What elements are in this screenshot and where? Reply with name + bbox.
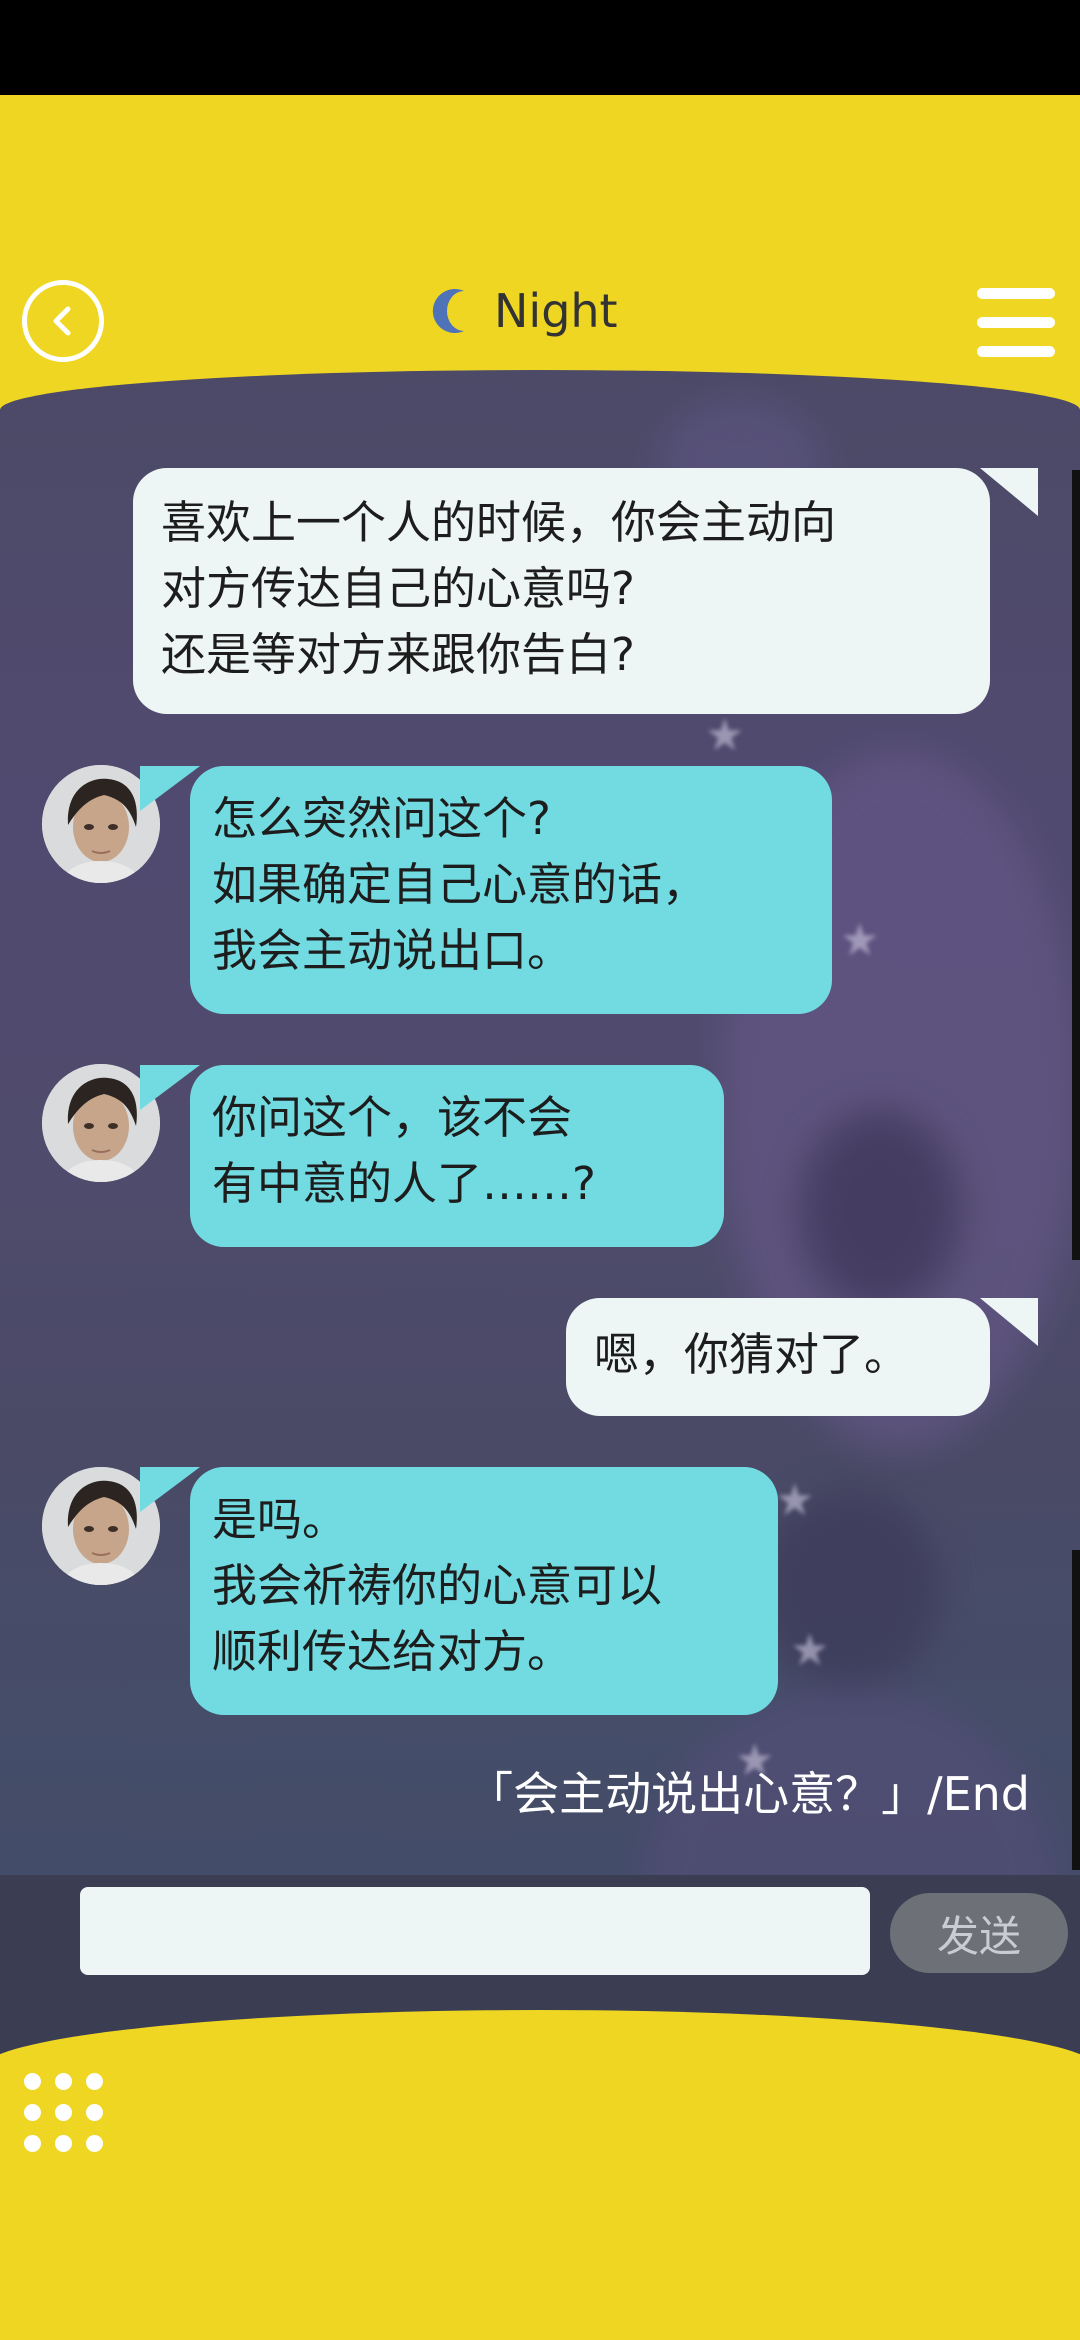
page-title: Night xyxy=(428,278,618,344)
back-button[interactable] xyxy=(22,280,104,362)
chapter-end-label: 「会主动说出心意？」/End xyxy=(467,1767,1030,1821)
hamburger-menu-icon xyxy=(977,346,1055,357)
crescent-moon-icon xyxy=(432,289,464,333)
grid-menu-icon xyxy=(86,2073,103,2090)
page-title-text: Night xyxy=(494,284,618,338)
scroll-indicator xyxy=(1072,1550,1080,1870)
hamburger-menu-icon xyxy=(977,317,1055,328)
star-decoration: ★ xyxy=(775,1475,815,1526)
footer-background xyxy=(0,2010,1080,2340)
user-message: 喜欢上一个人的时候，你会主动向 对方传达自己的心意吗? 还是等对方来跟你告白? xyxy=(133,468,990,714)
app-screen: ★ ★ ★ ★ ★ Night 喜欢上一个人的时候，你会主动向 对方传达自己的心… xyxy=(0,0,1080,2340)
grid-menu-icon xyxy=(55,2104,72,2121)
chevron-left-icon xyxy=(53,306,71,336)
status-bar xyxy=(0,0,1080,95)
grid-menu-button[interactable] xyxy=(24,2073,106,2155)
menu-button[interactable] xyxy=(977,288,1055,358)
grid-menu-icon xyxy=(24,2073,41,2090)
hamburger-menu-icon xyxy=(977,288,1055,299)
bubble-tail xyxy=(980,1298,1038,1346)
background-blob xyxy=(800,1110,960,1310)
bubble-tail xyxy=(980,468,1038,516)
send-button[interactable]: 发送 xyxy=(890,1893,1068,1973)
grid-menu-icon xyxy=(24,2135,41,2152)
user-message: 嗯，你猜对了。 xyxy=(566,1298,990,1416)
grid-menu-icon xyxy=(86,2135,103,2152)
grid-menu-icon xyxy=(55,2135,72,2152)
grid-menu-icon xyxy=(55,2073,72,2090)
star-decoration: ★ xyxy=(790,1625,830,1676)
star-decoration: ★ xyxy=(705,710,745,761)
scroll-indicator xyxy=(1072,470,1080,1260)
star-decoration: ★ xyxy=(840,915,880,966)
bot-message: 你问这个，该不会 有中意的人了……? xyxy=(190,1065,724,1247)
message-input[interactable] xyxy=(80,1887,870,1975)
grid-menu-icon xyxy=(86,2104,103,2121)
bot-message: 怎么突然问这个? 如果确定自己心意的话， 我会主动说出口。 xyxy=(190,766,832,1014)
bot-message: 是吗。 我会祈祷你的心意可以 顺利传达给对方。 xyxy=(190,1467,778,1715)
grid-menu-icon xyxy=(24,2104,41,2121)
